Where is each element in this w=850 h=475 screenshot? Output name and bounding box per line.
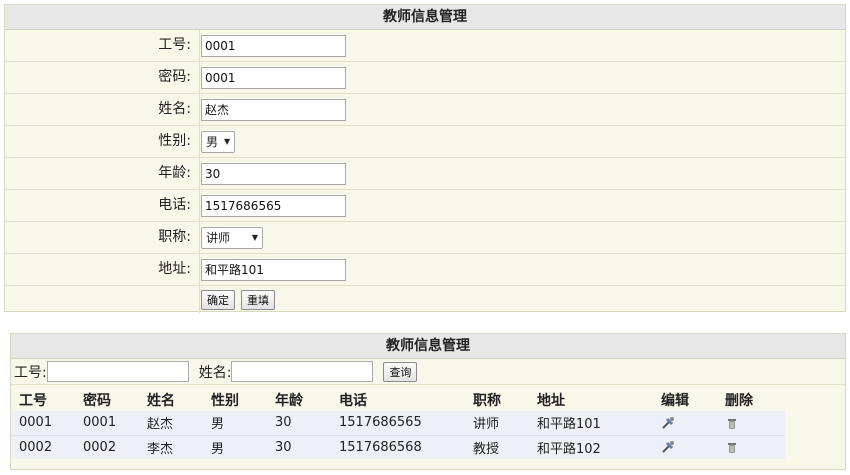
cell-title: 教授 <box>465 435 529 459</box>
reset-button[interactable]: 重填 <box>241 290 275 310</box>
cell-password: 0001 <box>75 411 139 436</box>
form-row-actions: 确定 重填 <box>5 286 845 314</box>
trash-icon[interactable] <box>725 440 739 454</box>
title-label: 职称: <box>158 229 191 245</box>
form-row-title: 职称: 讲师 ▼ <box>5 222 845 254</box>
gender-select[interactable]: 男 ▼ <box>201 130 236 153</box>
form-row-address: 地址: <box>5 254 845 286</box>
phone-input[interactable] <box>201 194 346 217</box>
dropdown-arrow-icon: ▼ <box>251 233 258 242</box>
name-label: 姓名: <box>158 101 191 117</box>
col-header-address: 地址 <box>537 393 565 409</box>
gender-label: 性别: <box>158 133 191 149</box>
cell-phone: 1517686568 <box>331 435 465 459</box>
search-id-input[interactable] <box>46 361 189 382</box>
address-input[interactable] <box>201 258 346 281</box>
id-label: 工号: <box>158 37 191 53</box>
cell-name: 李杰 <box>139 435 203 459</box>
age-input[interactable] <box>201 162 346 185</box>
confirm-button[interactable]: 确定 <box>201 290 235 310</box>
cell-age: 30 <box>267 411 331 436</box>
title-select-value: 讲师 <box>206 231 231 245</box>
form-row-name: 姓名: <box>5 94 845 126</box>
cell-password: 0002 <box>75 435 139 459</box>
table-header-row: 工号 密码 姓名 性别 年龄 电话 职称 地址 编辑 删除 <box>11 389 785 411</box>
trash-icon[interactable] <box>725 416 739 430</box>
col-header-id: 工号 <box>19 393 47 409</box>
col-header-delete: 删除 <box>725 393 753 409</box>
form-row-phone: 电话: <box>5 190 845 222</box>
search-name-input[interactable] <box>231 361 374 382</box>
title-select[interactable]: 讲师 ▼ <box>201 226 263 249</box>
teacher-form-panel: 教师信息管理 工号: 密码: 姓名: 性别: 男 ▼ 年龄: <box>4 4 846 314</box>
col-header-password: 密码 <box>83 393 111 409</box>
address-label: 地址: <box>158 261 191 277</box>
col-header-name: 姓名 <box>147 393 175 409</box>
cell-title: 讲师 <box>465 411 529 436</box>
password-label: 密码: <box>158 69 191 85</box>
cell-gender: 男 <box>203 435 267 459</box>
search-id-label: 工号: <box>14 364 47 381</box>
form-title: 教师信息管理 <box>5 5 845 30</box>
cell-id: 0001 <box>11 411 75 436</box>
edit-icon[interactable] <box>661 416 675 430</box>
cell-age: 30 <box>267 435 331 459</box>
cell-address: 和平路101 <box>529 411 653 436</box>
cell-phone: 1517686565 <box>331 411 465 436</box>
teacher-table: 工号 密码 姓名 性别 年龄 电话 职称 地址 编辑 删除 0001 0001 … <box>11 389 785 459</box>
age-label: 年龄: <box>158 165 191 181</box>
list-title: 教师信息管理 <box>11 334 845 359</box>
query-button[interactable]: 查询 <box>383 361 418 382</box>
search-bar: 工号: 姓名: 查询 <box>11 359 845 385</box>
cell-address: 和平路102 <box>529 435 653 459</box>
col-header-phone: 电话 <box>339 393 367 409</box>
id-input[interactable] <box>201 34 346 57</box>
password-input[interactable] <box>201 66 346 89</box>
table-row: 0002 0002 李杰 男 30 1517686568 教授 和平路102 <box>11 435 785 459</box>
cell-id: 0002 <box>11 435 75 459</box>
form-row-password: 密码: <box>5 62 845 94</box>
cell-name: 赵杰 <box>139 411 203 436</box>
teacher-list-panel: 教师信息管理 工号: 姓名: 查询 工号 密码 姓名 性别 年龄 电话 职称 地… <box>10 333 846 470</box>
dropdown-arrow-icon: ▼ <box>224 137 231 146</box>
col-header-title: 职称 <box>473 393 501 409</box>
col-header-gender: 性别 <box>211 393 239 409</box>
cell-gender: 男 <box>203 411 267 436</box>
col-header-age: 年龄 <box>275 393 303 409</box>
form-row-gender: 性别: 男 ▼ <box>5 126 845 158</box>
form-row-age: 年龄: <box>5 158 845 190</box>
gender-select-value: 男 <box>206 135 219 149</box>
search-name-label: 姓名: <box>198 364 232 381</box>
phone-label: 电话: <box>158 197 191 213</box>
edit-icon[interactable] <box>661 440 675 454</box>
form-row-id: 工号: <box>5 30 845 62</box>
name-input[interactable] <box>201 98 346 121</box>
table-row: 0001 0001 赵杰 男 30 1517686565 讲师 和平路101 <box>11 411 785 436</box>
col-header-edit: 编辑 <box>661 393 689 409</box>
